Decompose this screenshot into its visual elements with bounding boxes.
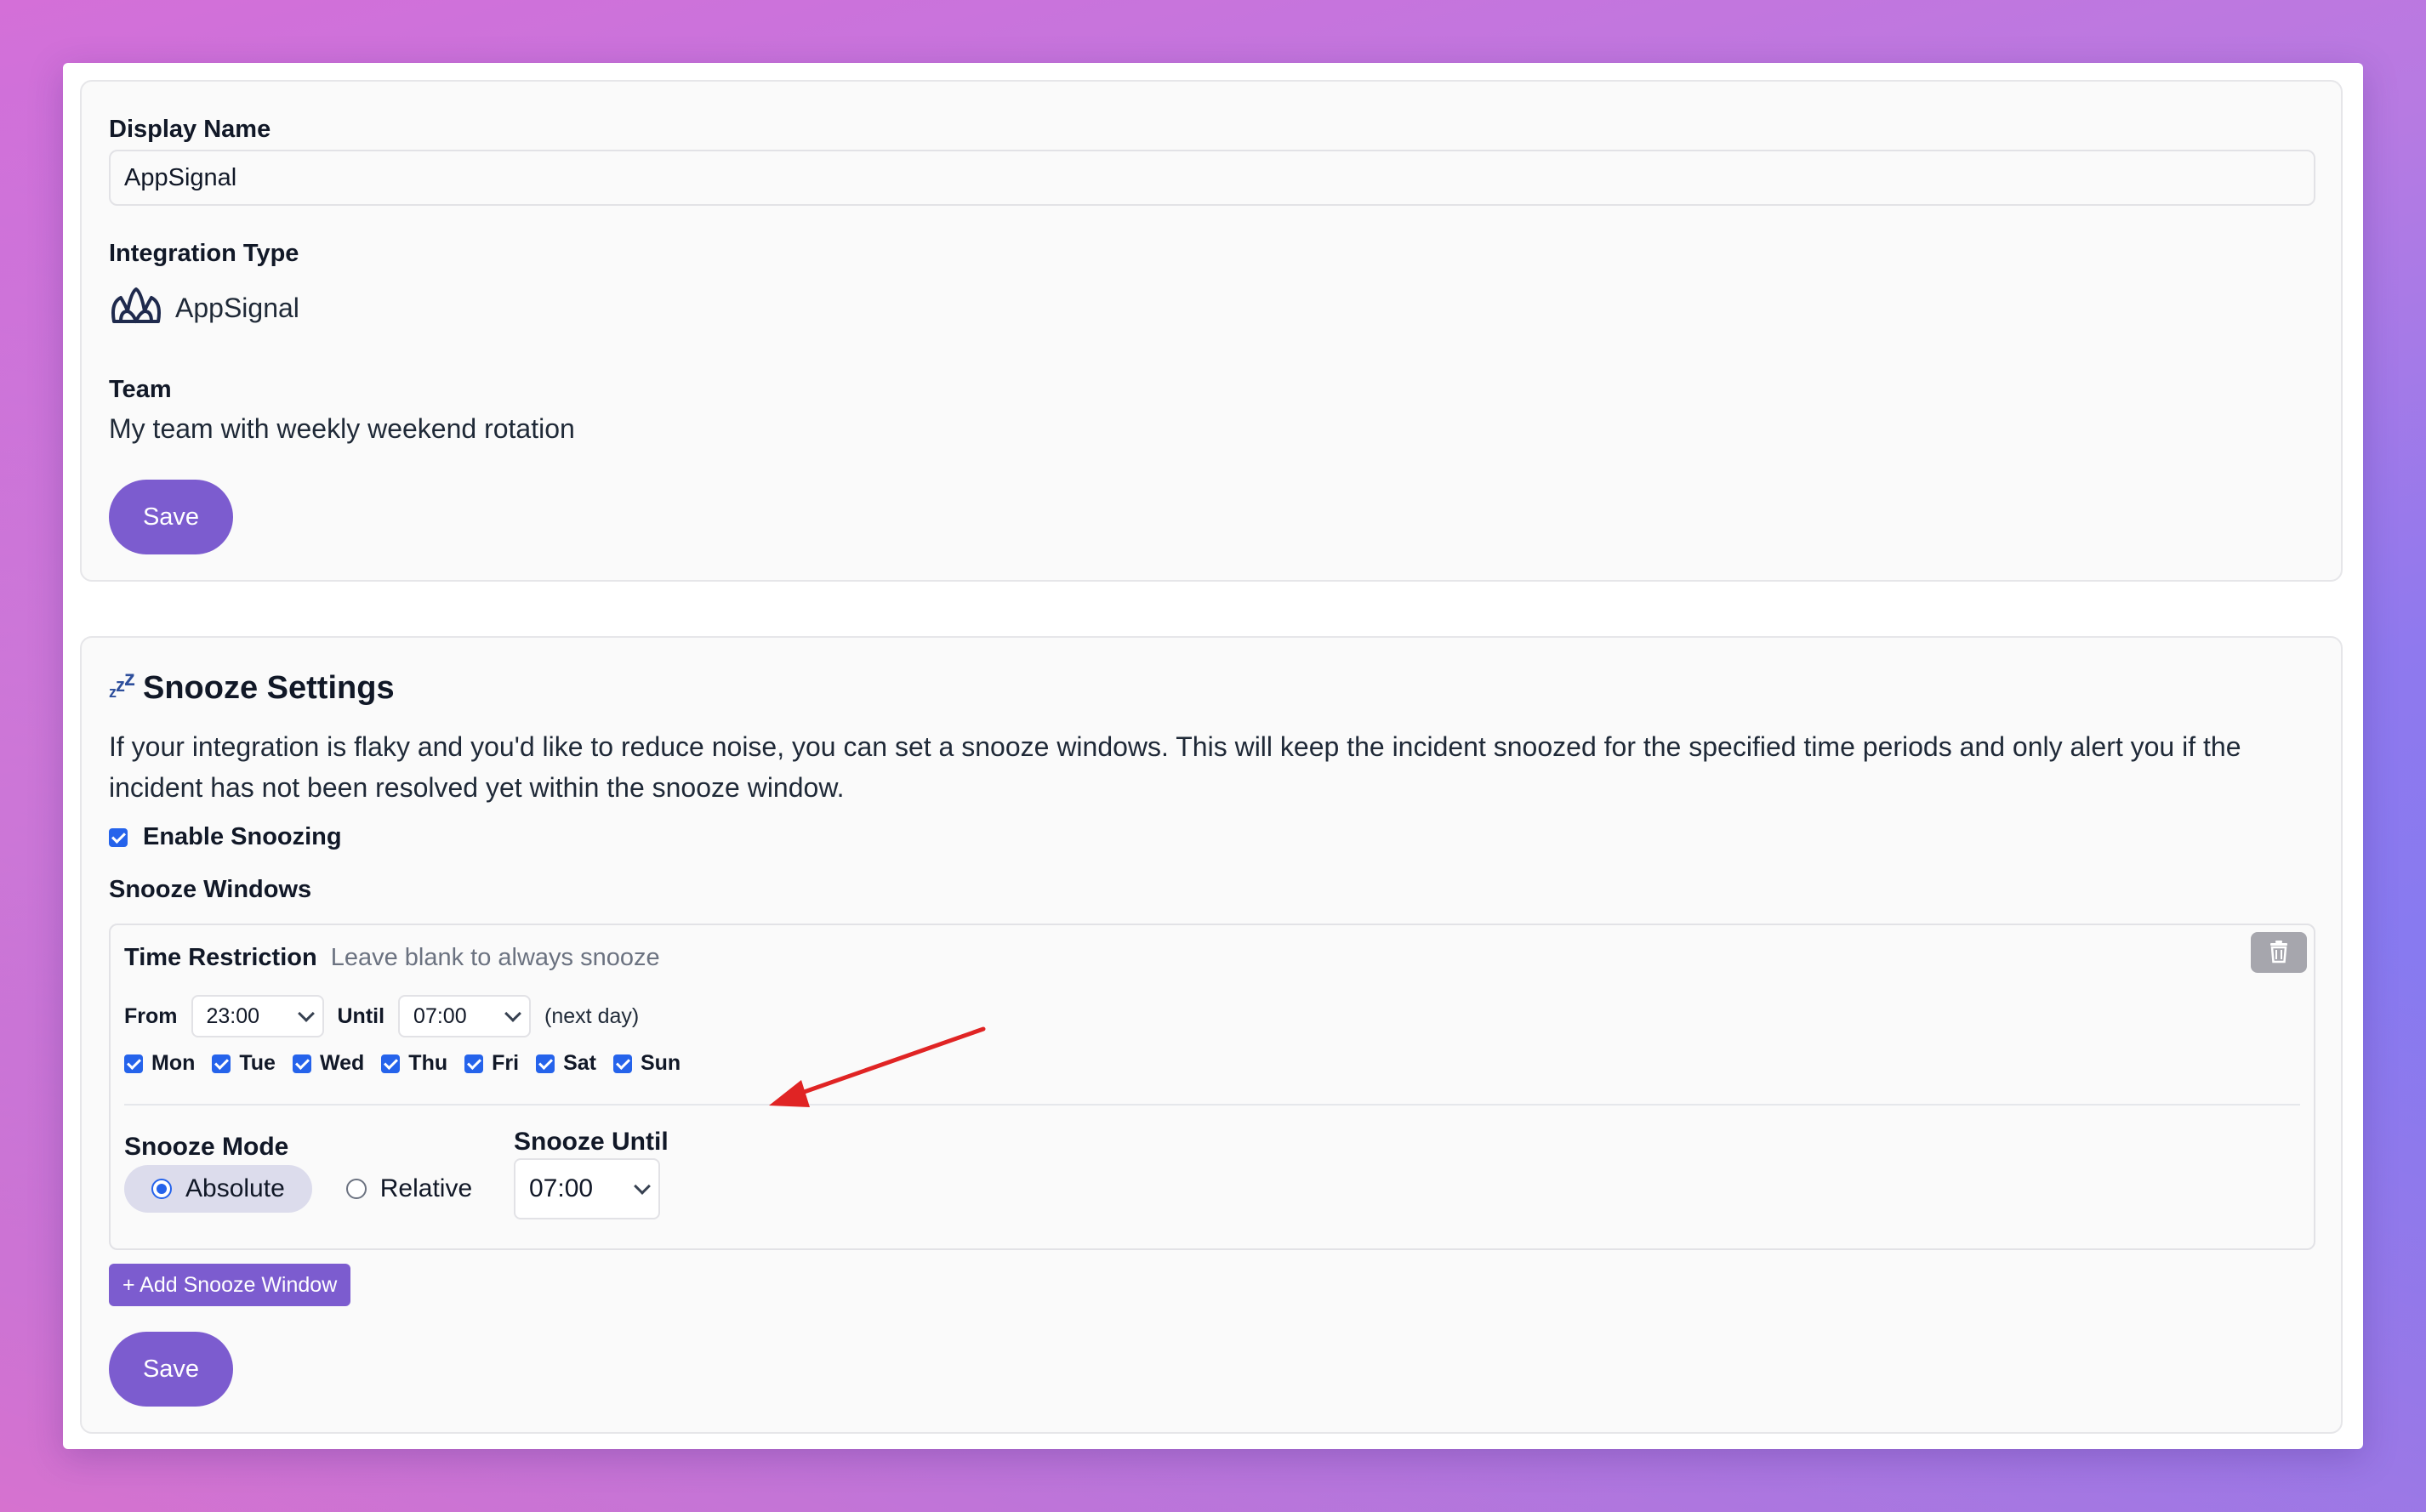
integration-settings-card: Display Name Integration Type AppSignal …	[80, 80, 2343, 582]
snooze-until-select[interactable]: 07:00	[514, 1158, 660, 1219]
day-fri-label: Fri	[492, 1051, 520, 1075]
day-mon-label: Mon	[151, 1051, 196, 1075]
until-time-select[interactable]: 07:00	[398, 995, 532, 1037]
snooze-until-label: Snooze Until	[514, 1128, 669, 1156]
integration-type-display: AppSignal	[109, 286, 299, 331]
from-time-value: 23:00	[206, 1003, 260, 1028]
until-time-value: 07:00	[413, 1003, 467, 1028]
day-sun[interactable]: Sun	[612, 1051, 681, 1076]
day-thu-label: Thu	[408, 1051, 448, 1075]
mode-absolute-option[interactable]: Absolute	[124, 1165, 312, 1213]
enable-snoozing-label: Enable Snoozing	[143, 823, 342, 850]
day-thu-checkbox[interactable]	[381, 1054, 401, 1073]
mode-relative-option[interactable]: Relative	[345, 1165, 473, 1213]
day-tue-label: Tue	[239, 1051, 276, 1075]
from-label: From	[124, 1003, 178, 1028]
day-fri-checkbox[interactable]	[464, 1054, 484, 1073]
appsignal-logo-icon	[109, 286, 163, 331]
snooze-until-value: 07:00	[529, 1174, 594, 1202]
enable-snoozing-row[interactable]: Enable Snoozing	[109, 823, 342, 851]
time-range-row: From 23:00 Until 07:00 (next day)	[124, 995, 639, 1037]
snooze-settings-card: zzz Snooze Settings If your integration …	[80, 636, 2343, 1434]
integration-type-value: AppSignal	[175, 293, 299, 323]
day-tue-checkbox[interactable]	[212, 1054, 231, 1073]
mode-absolute-label: Absolute	[185, 1174, 285, 1202]
snooze-window-item: Time Restriction Leave blank to always s…	[109, 924, 2315, 1250]
display-name-label: Display Name	[109, 116, 271, 143]
snooze-settings-title: zzz Snooze Settings	[109, 665, 395, 707]
team-label: Team	[109, 376, 172, 403]
next-day-note: (next day)	[544, 1003, 640, 1028]
day-fri[interactable]: Fri	[464, 1051, 519, 1076]
day-sun-checkbox[interactable]	[612, 1054, 632, 1073]
day-thu[interactable]: Thu	[381, 1051, 447, 1076]
day-sat-checkbox[interactable]	[536, 1054, 555, 1073]
day-wed[interactable]: Wed	[292, 1051, 365, 1076]
day-sat[interactable]: Sat	[536, 1051, 596, 1076]
day-mon-checkbox[interactable]	[124, 1054, 143, 1073]
day-mon[interactable]: Mon	[124, 1051, 195, 1076]
window-divider	[124, 1104, 2300, 1106]
chevron-down-icon	[504, 1005, 521, 1022]
settings-window: Display Name Integration Type AppSignal …	[63, 63, 2363, 1449]
integration-type-label: Integration Type	[109, 240, 299, 267]
snooze-windows-label: Snooze Windows	[109, 876, 312, 903]
from-time-select[interactable]: 23:00	[191, 995, 324, 1037]
snooze-mode-label: Snooze Mode	[124, 1133, 289, 1161]
snooze-description: If your integration is flaky and you'd l…	[109, 731, 2241, 803]
radio-absolute[interactable]	[151, 1179, 172, 1199]
snooze-settings-heading: Snooze Settings	[143, 670, 395, 706]
day-sat-label: Sat	[563, 1051, 596, 1075]
add-snooze-window-button[interactable]: + Add Snooze Window	[109, 1264, 351, 1306]
team-value: My team with weekly weekend rotation	[109, 413, 575, 444]
day-wed-checkbox[interactable]	[292, 1054, 311, 1073]
snooze-mode-radio-group: Absolute Relative	[124, 1165, 472, 1213]
time-restriction-label: Time Restriction	[124, 944, 317, 971]
until-label: Until	[337, 1003, 385, 1028]
day-wed-label: Wed	[319, 1051, 365, 1075]
day-sun-label: Sun	[640, 1051, 681, 1075]
save-button[interactable]: Save	[109, 480, 233, 554]
time-restriction-header: Time Restriction Leave blank to always s…	[124, 944, 660, 972]
radio-relative[interactable]	[345, 1179, 367, 1199]
snooze-save-button[interactable]: Save	[109, 1332, 233, 1407]
trash-icon	[2269, 940, 2289, 966]
chevron-down-icon	[297, 1005, 315, 1022]
time-restriction-hint: Leave blank to always snooze	[330, 944, 660, 971]
delete-window-button[interactable]	[2251, 932, 2307, 973]
enable-snoozing-checkbox[interactable]	[109, 827, 128, 847]
day-tue[interactable]: Tue	[212, 1051, 276, 1076]
zzz-icon: zzz	[109, 665, 135, 701]
mode-relative-label: Relative	[379, 1174, 473, 1202]
weekday-checkboxes: Mon Tue Wed Thu Fri Sat Sun	[124, 1051, 686, 1076]
display-name-input[interactable]	[109, 150, 2315, 206]
chevron-down-icon	[634, 1178, 651, 1195]
